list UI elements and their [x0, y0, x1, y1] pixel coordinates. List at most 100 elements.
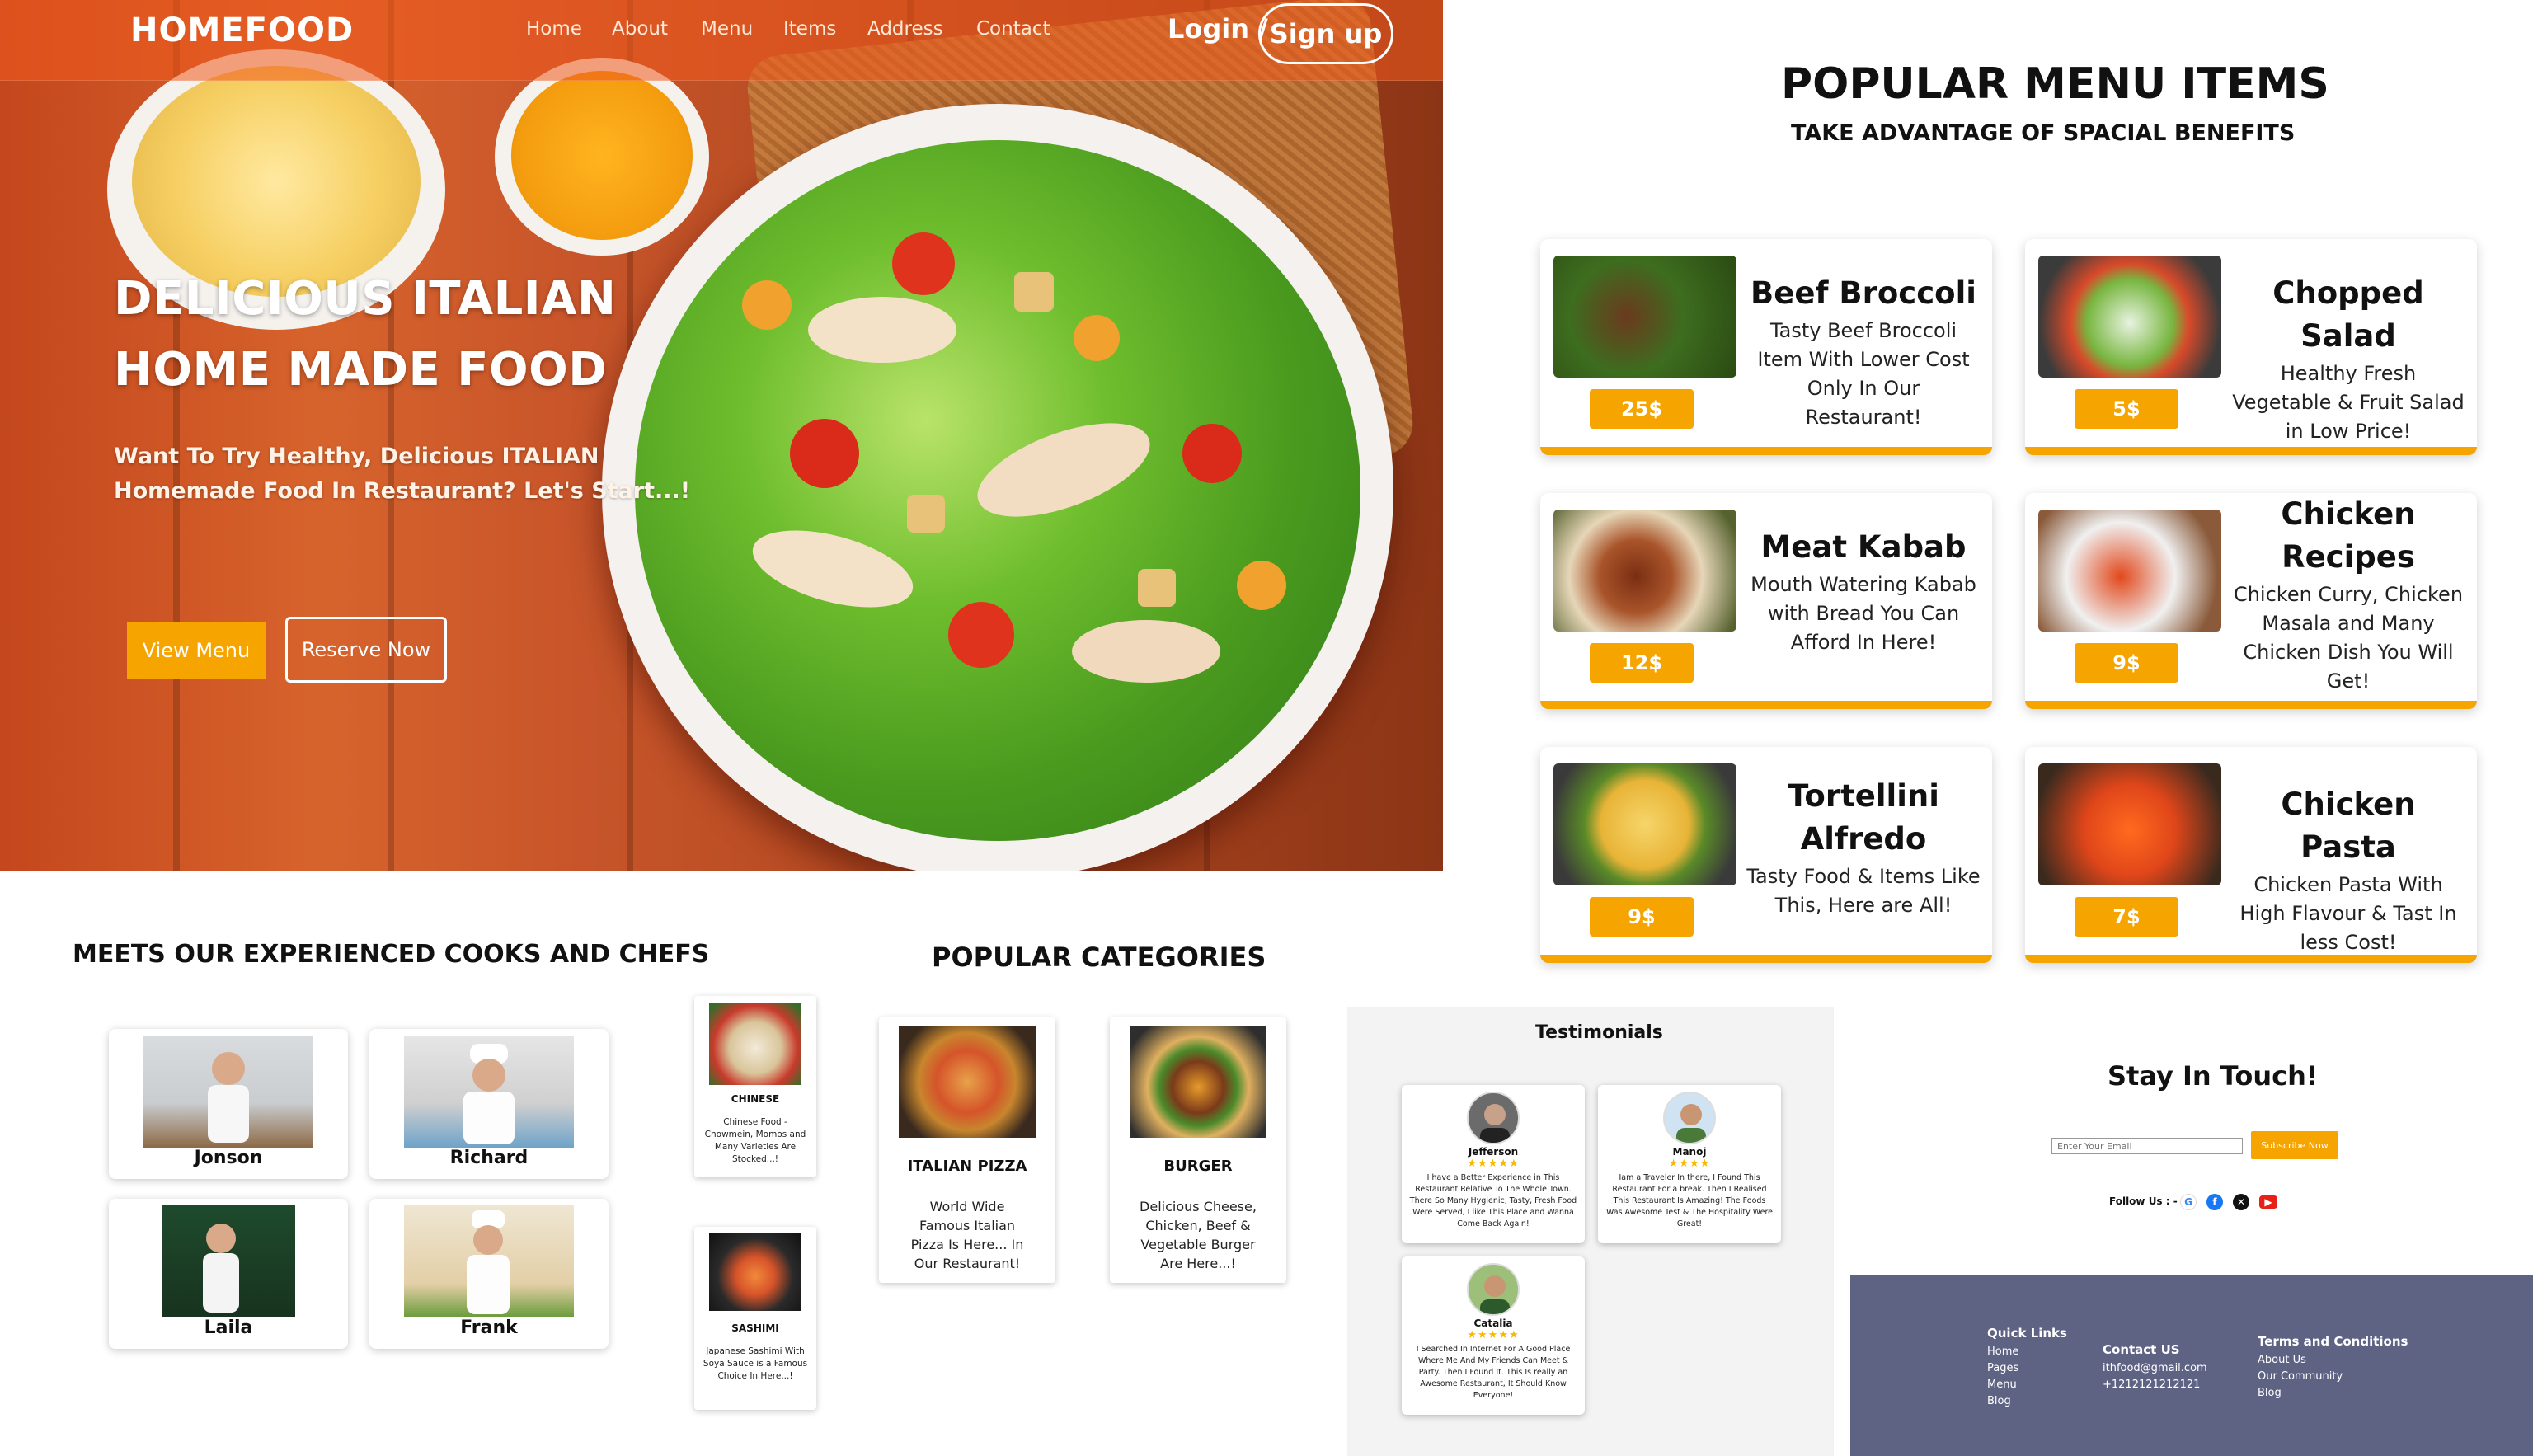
menu-item-name: Chicken Recipes: [2281, 496, 2416, 575]
testimonial-card-jefferson: Jefferson ★★★★★ I have a Better Experien…: [1402, 1085, 1585, 1243]
menu-item-name: Tortellini Alfredo: [1788, 778, 1939, 857]
price-badge[interactable]: 12$: [1590, 643, 1694, 683]
footer-link-our-community[interactable]: Our Community: [2258, 1369, 2408, 1385]
footer-link-blog-2[interactable]: Blog: [2258, 1385, 2408, 1402]
follow-us-label: Follow Us : -: [2109, 1195, 2178, 1207]
price-badge[interactable]: 9$: [1590, 897, 1694, 937]
site-logo[interactable]: HOMEFOOD: [130, 12, 354, 49]
menu-card-meat-kabab[interactable]: 12$ Meat Kabab Mouth Watering Kabab with…: [1540, 493, 1992, 709]
nav-menu[interactable]: Menu: [701, 18, 753, 40]
category-card-burger[interactable]: BURGER Delicious Cheese, Chicken, Beef &…: [1110, 1017, 1286, 1283]
subscribe-button[interactable]: Subscribe Now: [2251, 1131, 2338, 1159]
category-card-chinese[interactable]: CHINESE Chinese Food - Chowmein, Momos a…: [694, 996, 816, 1177]
footer: Quick Links Home Pages Menu Blog Contact…: [1850, 1275, 2533, 1456]
footer-link-about-us[interactable]: About Us: [2258, 1352, 2408, 1369]
menu-item-desc: Chicken Pasta With High Flavour & Tast I…: [2239, 873, 2457, 954]
reserve-now-button[interactable]: Reserve Now: [285, 617, 447, 683]
menu-item-desc: Chicken Curry, Chicken Masala and Many C…: [2233, 583, 2464, 693]
tortellini-alfredo-image: [1553, 763, 1736, 885]
chinese-food-image: [709, 1003, 801, 1085]
menu-item-desc: Mouth Watering Kabab with Bread You Can …: [1751, 573, 1976, 654]
menu-card-chopped-salad[interactable]: 5$ Chopped Salad Healthy Fresh Vegetable…: [2025, 239, 2477, 455]
price-badge[interactable]: 7$: [2075, 897, 2178, 937]
category-name: SASHIMI: [731, 1322, 779, 1334]
footer-heading[interactable]: Terms and Conditions: [2258, 1334, 2408, 1349]
footer-link-pages[interactable]: Pages: [1987, 1360, 2067, 1377]
popular-menu-title: POPULAR MENU ITEMS: [1781, 59, 2329, 109]
chef-card-laila[interactable]: Laila: [109, 1199, 348, 1349]
footer-link-menu[interactable]: Menu: [1987, 1377, 2067, 1393]
price-badge[interactable]: 5$: [2075, 389, 2178, 429]
hero-section: HOMEFOOD Home About Menu Items Address C…: [0, 0, 1443, 871]
footer-phone[interactable]: +1212121212121: [2103, 1377, 2207, 1393]
category-desc: Japanese Sashimi With Soya Sauce is a Fa…: [703, 1346, 808, 1381]
categories-section-title: POPULAR CATEGORIES: [932, 942, 1266, 973]
x-icon[interactable]: ✕: [2233, 1194, 2249, 1210]
chopped-salad-image: [2038, 256, 2221, 378]
chef-richard-photo: [404, 1036, 574, 1148]
menu-card-chicken-recipes[interactable]: 9$ Chicken Recipes Chicken Curry, Chicke…: [2025, 493, 2477, 709]
login-link[interactable]: Login /: [1168, 13, 1268, 45]
menu-card-tortellini-alfredo[interactable]: 9$ Tortellini Alfredo Tasty Food & Items…: [1540, 747, 1992, 963]
category-card-italian-pizza[interactable]: ITALIAN PIZZA World Wide Famous Italian …: [879, 1017, 1055, 1283]
hero-subtitle-line1: Want To Try Healthy, Delicious ITALIAN: [114, 444, 599, 469]
testimonial-name: Catalia: [1473, 1317, 1513, 1329]
footer-link-blog[interactable]: Blog: [1987, 1393, 2067, 1410]
testimonial-name: Manoj: [1672, 1146, 1707, 1158]
popular-menu-subtitle: TAKE ADVANTAGE OF SPACIAL BENEFITS: [1791, 120, 2296, 146]
hero-title-line1: DELICIOUS ITALIAN: [114, 272, 617, 326]
google-icon[interactable]: G: [2180, 1194, 2197, 1210]
chicken-recipes-image: [2038, 510, 2221, 632]
footer-contact: Contact US ithfood@gmail.com +1212121212…: [2103, 1342, 2207, 1393]
testimonial-card-catalia: Catalia ★★★★★ I Searched In Internet For…: [1402, 1256, 1585, 1415]
testimonial-name: Jefferson: [1468, 1146, 1519, 1158]
menu-item-name: Chopped Salad: [2272, 275, 2424, 354]
price-badge[interactable]: 9$: [2075, 643, 2178, 683]
chef-name: Frank: [460, 1317, 518, 1338]
chef-name: Laila: [204, 1317, 253, 1338]
hero-title-line2: HOME MADE FOOD: [114, 343, 608, 397]
price-badge[interactable]: 25$: [1590, 389, 1694, 429]
hero-subtitle-line2: Homemade Food In Restaurant? Let's Start…: [114, 478, 691, 504]
footer-quick-links: Quick Links Home Pages Menu Blog: [1987, 1326, 2067, 1410]
chef-frank-photo: [404, 1205, 574, 1317]
facebook-icon[interactable]: f: [2206, 1194, 2223, 1210]
menu-item-name: Meat Kabab: [1760, 529, 1967, 565]
view-menu-button[interactable]: View Menu: [127, 622, 266, 679]
email-input[interactable]: [2051, 1138, 2243, 1154]
category-card-sashimi[interactable]: SASHIMI Japanese Sashimi With Soya Sauce…: [694, 1227, 816, 1410]
avatar: [1663, 1092, 1716, 1144]
signup-button[interactable]: Sign up: [1258, 3, 1393, 64]
testimonials-title: Testimonials: [1535, 1022, 1663, 1043]
menu-item-desc: Tasty Beef Broccoli Item With Lower Cost…: [1757, 319, 1970, 429]
star-rating: ★★★★: [1668, 1158, 1711, 1170]
nav-about[interactable]: About: [612, 18, 668, 40]
chefs-section-title: MEETS OUR EXPERIENCED COOKS AND CHEFS: [73, 940, 710, 969]
footer-heading: Contact US: [2103, 1342, 2180, 1357]
avatar: [1467, 1092, 1520, 1144]
footer-email[interactable]: ithfood@gmail.com: [2103, 1360, 2207, 1377]
chef-card-frank[interactable]: Frank: [369, 1199, 609, 1349]
nav-items[interactable]: Items: [783, 18, 836, 40]
category-name: CHINESE: [731, 1093, 780, 1105]
testimonial-card-manoj: Manoj ★★★★ Iam a Traveler In there, I Fo…: [1598, 1085, 1781, 1243]
chef-card-richard[interactable]: Richard: [369, 1029, 609, 1179]
nav-home[interactable]: Home: [526, 18, 582, 40]
nav-address[interactable]: Address: [867, 18, 943, 40]
nav-contact[interactable]: Contact: [976, 18, 1050, 40]
menu-card-beef-broccoli[interactable]: 25$ Beef Broccoli Tasty Beef Broccoli It…: [1540, 239, 1992, 455]
menu-item-name: Chicken Pasta: [2281, 787, 2416, 865]
stay-in-touch-title: Stay In Touch!: [2108, 1060, 2319, 1092]
avatar: [1467, 1263, 1520, 1316]
star-rating: ★★★★★: [1467, 1158, 1520, 1170]
testimonial-text: I have a Better Experience in This Resta…: [1409, 1173, 1577, 1228]
menu-card-chicken-pasta[interactable]: 7$ Chicken Pasta Chicken Pasta With High…: [2025, 747, 2477, 963]
chef-name: Richard: [449, 1148, 529, 1168]
youtube-icon[interactable]: ▶: [2259, 1195, 2277, 1209]
footer-link-home[interactable]: Home: [1987, 1344, 2067, 1360]
footer-terms: Terms and Conditions About Us Our Commun…: [2258, 1334, 2408, 1402]
chef-card-jonson[interactable]: Jonson: [109, 1029, 348, 1179]
meat-kabab-image: [1553, 510, 1736, 632]
menu-item-desc: Tasty Food & Items Like This, Here are A…: [1746, 865, 1981, 917]
chicken-pasta-image: [2038, 763, 2221, 885]
